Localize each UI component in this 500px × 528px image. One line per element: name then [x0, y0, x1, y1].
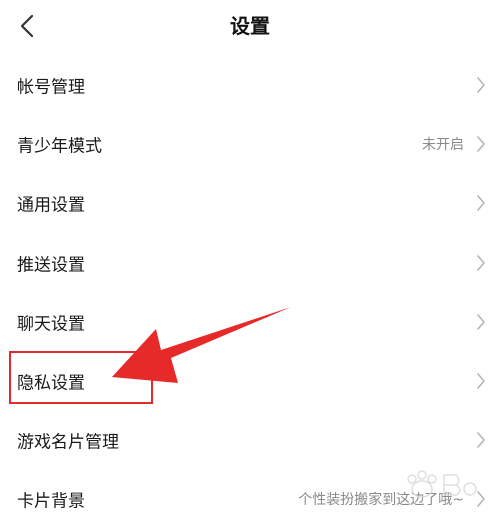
chevron-right-icon [477, 372, 485, 389]
chevron-right-icon [477, 431, 485, 448]
settings-item-label: 隐私设置 [17, 373, 85, 393]
settings-item-teen-mode[interactable]: 青少年模式 未开启 [0, 114, 500, 173]
card-background-hint: 个性装扮搬家到这边了哦~ [298, 491, 464, 508]
settings-item-label: 卡片背景 [17, 491, 85, 511]
chevron-right-icon [477, 76, 485, 93]
chevron-right-icon [477, 490, 485, 507]
settings-item-label: 青少年模式 [17, 136, 102, 156]
settings-item-privacy[interactable]: 隐私设置 [0, 351, 500, 410]
settings-item-card-background[interactable]: 卡片背景 个性装扮搬家到这边了哦~ [0, 469, 500, 528]
settings-item-general[interactable]: 通用设置 [0, 173, 500, 232]
page-title: 设置 [230, 14, 270, 38]
settings-item-account-management[interactable]: 帐号管理 [0, 55, 500, 114]
settings-item-push[interactable]: 推送设置 [0, 233, 500, 292]
settings-item-label: 通用设置 [17, 195, 85, 215]
header-bar: 设置 [0, 0, 500, 54]
teen-mode-status: 未开启 [422, 136, 464, 153]
settings-item-chat[interactable]: 聊天设置 [0, 292, 500, 351]
chevron-right-icon [477, 313, 485, 330]
settings-item-label: 游戏名片管理 [17, 432, 119, 452]
chevron-right-icon [477, 135, 485, 152]
settings-item-label: 聊天设置 [17, 314, 85, 334]
chevron-right-icon [477, 254, 485, 271]
settings-item-game-card[interactable]: 游戏名片管理 [0, 410, 500, 469]
settings-item-label: 推送设置 [17, 255, 85, 275]
settings-item-label: 帐号管理 [17, 77, 85, 97]
chevron-right-icon [477, 194, 485, 211]
